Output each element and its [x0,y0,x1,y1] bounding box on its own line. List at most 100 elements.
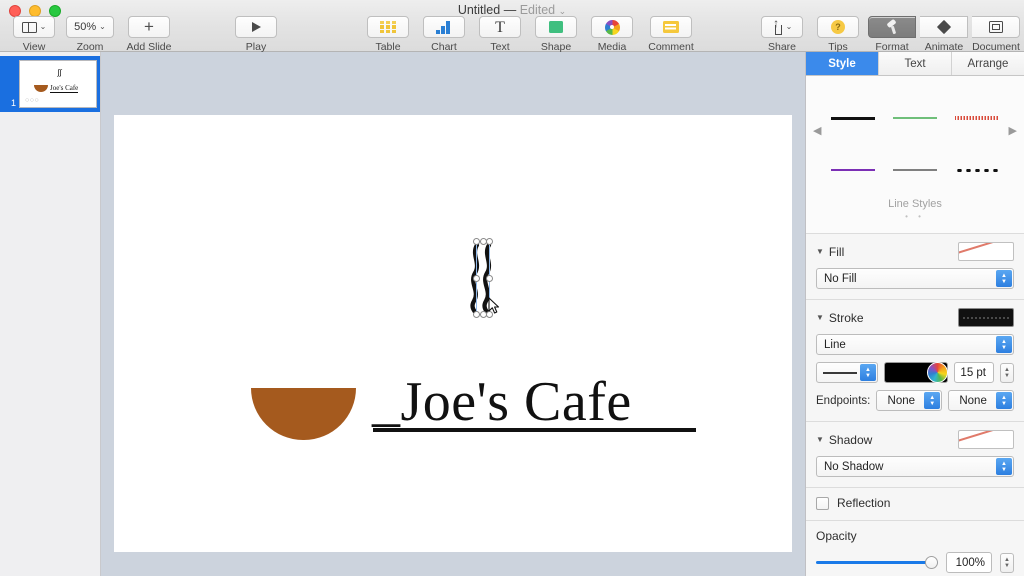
stroke-type-select[interactable]: Line ▲ ▼ [816,334,1014,355]
title-underline-rule[interactable] [373,428,696,432]
title-chevron-down-icon[interactable]: ⌄ [559,6,567,16]
document-rect-icon [988,21,1003,33]
endpoint-end-value: None [959,394,987,407]
format-button[interactable]: Format [866,16,918,53]
fill-preview-swatch[interactable] [958,242,1014,261]
resize-handle-top-left[interactable] [473,238,480,245]
endpoint-start-select[interactable]: None ▲ ▼ [876,390,943,411]
line-style-swatch-purple[interactable] [831,169,875,171]
reflection-row[interactable]: Reflection [816,496,1014,510]
line-style-swatch-dotted[interactable] [955,168,999,172]
share-button[interactable]: ⌄ Share [754,16,810,53]
stroke-section-header[interactable]: ▼ Stroke [816,311,864,325]
canvas-area[interactable]: _Joe's Cafe [101,52,806,576]
animate-diamond-icon [936,19,951,35]
fill-section-header[interactable]: ▼ Fill [816,245,844,259]
shadow-type-select[interactable]: No Shadow ▲ ▼ [816,456,1014,477]
resize-handle-middle-right[interactable] [486,274,493,282]
inspector-content: ◀ ▶ Line Styles • • ▼ Fill No Fill ▲ ▼ ▼… [806,76,1024,576]
zoom-button[interactable]: 50% ⌄ Zoom [62,16,118,53]
fill-type-select[interactable]: No Fill ▲ ▼ [816,268,1014,289]
opacity-value[interactable]: 100% [946,552,992,573]
shadow-section-header[interactable]: ▼ Shadow [816,433,872,447]
slide-navigator[interactable]: 1 ∫∫ Joe's Cafe ○○○ [0,52,101,576]
play-triangle-icon [251,22,261,32]
fill-section: ▼ Fill No Fill ▲ ▼ [806,233,1024,299]
reflection-section: Reflection [806,487,1024,520]
line-style-swatch-grid [822,92,1008,196]
document-button[interactable]: Document [970,16,1022,53]
shadow-preview-swatch[interactable] [958,430,1014,449]
play-button[interactable]: Play [228,16,284,53]
coffee-bowl-shape[interactable] [251,388,356,440]
add-slide-button[interactable]: + Add Slide [118,16,180,53]
format-brush-icon [885,20,900,34]
reflection-checkbox[interactable] [816,496,829,510]
endpoints-row: Endpoints: None ▲ ▼ None ▲ ▼ [816,390,1015,411]
media-button[interactable]: Media [584,16,640,53]
resize-handle-bottom-left[interactable] [473,311,480,318]
tips-question-icon: ? [831,20,845,34]
reflection-label: Reflection [837,496,891,510]
stroke-preview-swatch[interactable] [958,308,1014,327]
animate-button[interactable]: Animate [918,16,970,53]
shadow-select-chevrons-icon: ▲ ▼ [996,458,1012,475]
stroke-type-value: Line [824,338,846,351]
format-inspector-panel: Style Text Arrange ◀ ▶ Line Styles • • ▼… [806,52,1024,576]
line-style-swatch-gray[interactable] [893,169,937,171]
shape-button[interactable]: Shape [528,16,584,53]
text-button[interactable]: T Text [472,16,528,53]
line-style-swatch-red-squiggle[interactable] [955,114,999,122]
opacity-stepper[interactable]: ▲ ▼ [1000,552,1014,573]
text-t-icon: T [495,18,505,36]
table-button[interactable]: Table [360,16,416,53]
fill-disclosure-triangle-icon: ▼ [816,247,824,256]
line-style-swatch-black[interactable] [831,116,875,120]
gallery-page-dots[interactable]: • • [806,210,1024,229]
chart-button[interactable]: Chart [416,16,472,53]
opacity-label: Opacity [816,529,857,543]
tips-button[interactable]: ? Tips [810,16,866,53]
inspector-toggle-group: Format Animate Document [866,16,1022,53]
opacity-row: 100% ▲ ▼ [816,552,1014,573]
tab-style[interactable]: Style [806,52,879,75]
slide-title-text[interactable]: _Joe's Cafe [372,370,632,434]
main-area: 1 ∫∫ Joe's Cafe ○○○ _Joe's Cafe Style Te… [0,52,1024,576]
opacity-slider[interactable] [816,556,938,569]
edited-status: Edited [519,3,556,17]
view-button[interactable]: ⌄ View [6,16,62,53]
opacity-slider-track [816,561,938,564]
toolbar-play-group: Play [228,16,284,53]
title-separator: — [503,3,517,17]
document-name: Untitled [457,3,501,17]
thumb-bowl-icon [34,85,48,92]
fill-type-value: No Fill [824,272,857,285]
stroke-width-value[interactable]: 15 pt [954,362,994,383]
stroke-color-well[interactable] [884,362,948,383]
resize-handle-middle-left[interactable] [473,274,480,282]
table-grid-icon [380,20,396,34]
share-upload-icon [772,16,783,35]
zoom-value: 50% [74,21,97,33]
slide-canvas[interactable]: _Joe's Cafe [114,115,792,552]
view-panel-icon [21,21,37,33]
shape-square-icon [549,21,563,33]
endpoint-start-value: None [887,394,916,407]
color-wheel-icon[interactable] [927,362,948,383]
endpoint-end-chevrons-icon: ▲ ▼ [996,392,1013,409]
slide-thumbnail-item[interactable]: 1 ∫∫ Joe's Cafe ○○○ [0,56,100,112]
resize-handle-top-right[interactable] [486,238,493,245]
stroke-width-stepper[interactable]: ▲ ▼ [1000,362,1014,383]
line-style-swatch-green[interactable] [893,117,937,119]
gallery-prev-arrow-icon[interactable]: ◀ [813,124,821,137]
stroke-line-style-select[interactable]: ▲ ▼ [816,362,878,383]
gallery-next-arrow-icon[interactable]: ▶ [1009,124,1017,137]
opacity-slider-knob[interactable] [925,556,938,569]
comment-button[interactable]: Comment [640,16,702,53]
comment-note-icon [663,21,679,33]
endpoint-end-select[interactable]: None ▲ ▼ [948,390,1015,411]
tab-text[interactable]: Text [879,52,952,75]
stroke-disclosure-triangle-icon: ▼ [816,313,824,322]
tab-arrange[interactable]: Arrange [952,52,1024,75]
thumb-placeholder-dots: ○○○ [25,97,40,104]
